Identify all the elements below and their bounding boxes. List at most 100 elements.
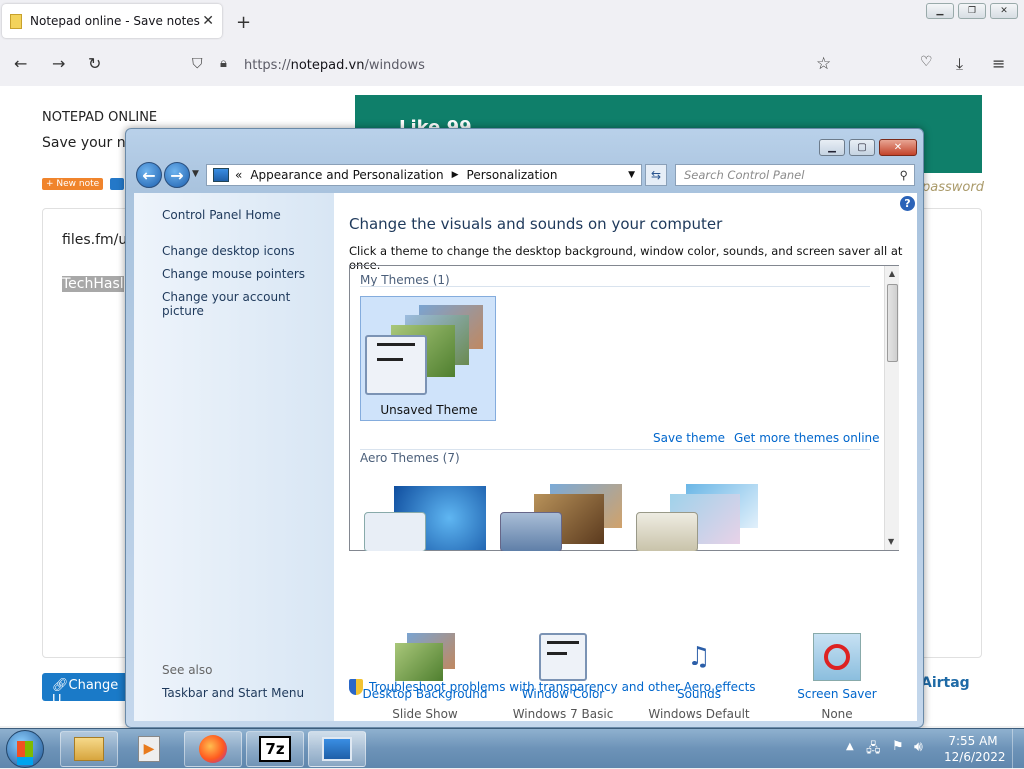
site-title: NOTEPAD ONLINE	[42, 110, 158, 125]
troubleshoot-link[interactable]: Troubleshoot problems with transparency …	[369, 680, 756, 694]
troubleshoot-row: Troubleshoot problems with transparency …	[349, 679, 756, 695]
action-center-icon[interactable]: ⚑	[892, 739, 904, 754]
window-color-setting[interactable]: Window Color Windows 7 Basic	[498, 633, 628, 721]
browser-tab[interactable]: Notepad online - Save notes on ✕	[2, 4, 222, 38]
control-panel-icon	[322, 737, 352, 761]
url-text: https://notepad.vn/windows	[244, 57, 425, 73]
new-tab-button[interactable]: +	[236, 12, 251, 33]
divider	[360, 286, 870, 287]
screen-saver-label[interactable]: Screen Saver	[772, 687, 902, 701]
browser-chrome: Notepad online - Save notes on ✕ + ▁ ❐ ✕…	[0, 0, 1024, 86]
forward-icon[interactable]: →	[52, 54, 65, 73]
screen-saver-icon	[813, 633, 861, 681]
desktop-background-value: Slide Show	[392, 707, 458, 721]
change-desktop-icons-link[interactable]: Change desktop icons	[162, 244, 295, 258]
left-pane: Control Panel Home Change desktop icons …	[134, 193, 334, 721]
breadcrumb-personalization[interactable]: Personalization	[467, 168, 558, 182]
my-themes-label: My Themes (1)	[360, 273, 450, 287]
aero-theme-architecture[interactable]	[500, 484, 624, 551]
clock[interactable]: 7:55 AM 12/6/2022	[944, 733, 1006, 765]
close-tab-icon[interactable]: ✕	[202, 13, 214, 29]
aero-theme-windows7[interactable]	[364, 484, 488, 551]
breadcrumb-overflow[interactable]: «	[235, 168, 242, 182]
theme-list[interactable]: My Themes (1) Unsaved Theme Save theme G…	[349, 265, 899, 551]
sounds-setting[interactable]: ♫ Sounds Windows Default	[634, 633, 764, 721]
share-button[interactable]	[110, 178, 124, 190]
airtag-text: Airtag	[921, 675, 970, 691]
dialog-close-button[interactable]: ✕	[879, 139, 917, 156]
forward-arrow-icon[interactable]: →	[164, 162, 190, 188]
refresh-icon[interactable]: ⇆	[645, 164, 667, 186]
firefox-icon	[199, 735, 227, 763]
search-input[interactable]: Search Control Panel ⚲	[675, 164, 915, 186]
save-theme-link[interactable]: Save theme	[653, 431, 725, 445]
unsaved-theme-tile[interactable]: Unsaved Theme	[360, 296, 496, 421]
volume-icon[interactable]: 🔊︎	[914, 739, 923, 755]
help-icon[interactable]: ?	[900, 196, 915, 211]
minimize-button[interactable]: ▁	[926, 3, 954, 19]
password-text: password	[922, 180, 984, 195]
change-account-picture-link[interactable]: Change your account picture	[162, 290, 334, 318]
restore-button[interactable]: ❐	[958, 3, 986, 19]
notepad-icon	[10, 13, 22, 29]
show-desktop-button[interactable]	[1012, 729, 1024, 769]
change-mouse-pointers-link[interactable]: Change mouse pointers	[162, 267, 305, 281]
scrollbar-thumb[interactable]	[887, 284, 898, 362]
shield-icon[interactable]: ⛉	[192, 56, 203, 72]
theme-list-scrollbar[interactable]: ▲ ▼	[884, 266, 899, 550]
dialog-minimize-button[interactable]: ▁	[819, 139, 845, 156]
window-preview-icon	[365, 335, 427, 395]
lock-icon[interactable]: 🔒︎	[220, 56, 227, 71]
taskbar: ▶ 7z ▲ 🖧︎ ⚑ 🔊︎ 7:55 AM 12/6/2022	[0, 728, 1024, 769]
download-icon[interactable]: ⤓	[956, 54, 963, 74]
close-button[interactable]: ✕	[990, 3, 1018, 19]
url-bar[interactable]: ⛉ 🔒︎ https://notepad.vn/windows ☆	[184, 50, 840, 80]
site-subtitle: Save your no	[42, 135, 135, 151]
nav-bar: ← → ↻ ⛉ 🔒︎ https://notepad.vn/windows ☆ …	[0, 44, 1024, 84]
show-hidden-icons[interactable]: ▲	[846, 741, 854, 752]
address-dropdown-icon[interactable]: ▼	[628, 170, 635, 180]
history-dropdown-icon[interactable]: ▼	[192, 169, 199, 179]
dialog-maximize-button[interactable]: ▢	[849, 139, 875, 156]
window-color-icon	[539, 633, 587, 681]
pocket-icon[interactable]: ♡	[920, 54, 933, 70]
back-arrow-icon[interactable]: ←	[136, 162, 162, 188]
screen-saver-value: None	[821, 707, 853, 721]
start-button[interactable]	[6, 730, 44, 768]
taskbar-start-menu-link[interactable]: Taskbar and Start Menu	[162, 686, 304, 700]
back-icon[interactable]: ←	[14, 54, 27, 73]
divider	[360, 449, 870, 450]
clock-time: 7:55 AM	[948, 734, 998, 748]
7zip-taskbar-button[interactable]: 7z	[246, 731, 304, 767]
firefox-taskbar-button[interactable]	[184, 731, 242, 767]
personalization-window: ▁ ▢ ✕ ← → ▼ « Appearance and Personaliza…	[125, 128, 924, 728]
new-note-button[interactable]: + New note	[42, 178, 104, 190]
search-icon[interactable]: ⚲	[900, 165, 908, 185]
address-bar[interactable]: « Appearance and Personalization ▶ Perso…	[206, 164, 642, 186]
menu-icon[interactable]: ≡	[992, 54, 1005, 73]
sounds-value: Windows Default	[648, 707, 750, 721]
see-also-label: See also	[162, 663, 213, 677]
breadcrumb-appearance[interactable]: Appearance and Personalization	[250, 168, 443, 182]
7zip-icon: 7z	[259, 736, 291, 762]
tab-title: Notepad online - Save notes on	[30, 14, 203, 28]
bookmark-star-icon[interactable]: ☆	[816, 54, 831, 74]
aero-theme-characters[interactable]	[636, 484, 760, 551]
change-url-button[interactable]: 🔗︎Change U	[42, 673, 134, 708]
screen-saver-setting[interactable]: Screen Saver None	[772, 633, 902, 721]
media-player-taskbar-button[interactable]: ▶	[120, 731, 178, 767]
reload-icon[interactable]: ↻	[88, 54, 101, 73]
get-more-themes-link[interactable]: Get more themes online	[734, 431, 880, 445]
aero-themes-label: Aero Themes (7)	[360, 451, 460, 465]
explorer-taskbar-button[interactable]	[60, 731, 118, 767]
note-line-1: files.fm/u/	[62, 232, 132, 248]
desktop-background-setting[interactable]: Desktop Background Slide Show	[360, 633, 490, 721]
folder-icon	[74, 737, 104, 761]
control-panel-home-link[interactable]: Control Panel Home	[162, 208, 281, 222]
network-icon[interactable]: 🖧︎	[866, 739, 881, 761]
unsaved-theme-label: Unsaved Theme	[380, 403, 478, 417]
window-color-value: Windows 7 Basic	[512, 707, 614, 721]
control-panel-taskbar-button[interactable]	[308, 731, 366, 767]
uac-shield-icon	[349, 679, 363, 695]
breadcrumb-separator-icon[interactable]: ▶	[452, 170, 459, 180]
